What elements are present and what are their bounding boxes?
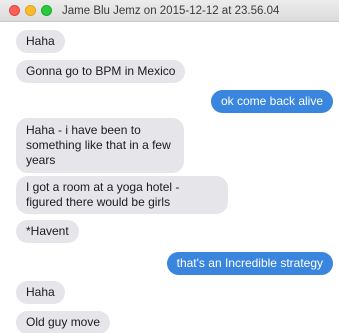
message-incoming: *Havent <box>16 220 79 243</box>
message-incoming: I got a room at a yoga hotel - figured t… <box>16 176 228 214</box>
window-title: Jame Blu Jemz on 2015-12-12 at 23.56.04 <box>62 5 280 17</box>
maximize-button[interactable] <box>41 5 52 16</box>
minimize-button[interactable] <box>25 5 36 16</box>
title-bar: Jame Blu Jemz on 2015-12-12 at 23.56.04 <box>0 0 339 22</box>
message-outgoing: that's an Incredible strategy <box>166 252 333 275</box>
message-incoming: Haha - i have been to something like tha… <box>16 118 184 173</box>
message-incoming: Haha <box>16 30 65 53</box>
message-incoming: Haha <box>16 281 65 304</box>
message-incoming: Gonna go to BPM in Mexico <box>16 60 186 83</box>
message-list: Haha Gonna go to BPM in Mexico ok come b… <box>0 22 339 333</box>
message-outgoing: ok come back alive <box>210 90 333 113</box>
close-button[interactable] <box>9 5 20 16</box>
messages-window: Jame Blu Jemz on 2015-12-12 at 23.56.04 … <box>0 0 339 333</box>
message-incoming: Old guy move <box>16 311 111 333</box>
